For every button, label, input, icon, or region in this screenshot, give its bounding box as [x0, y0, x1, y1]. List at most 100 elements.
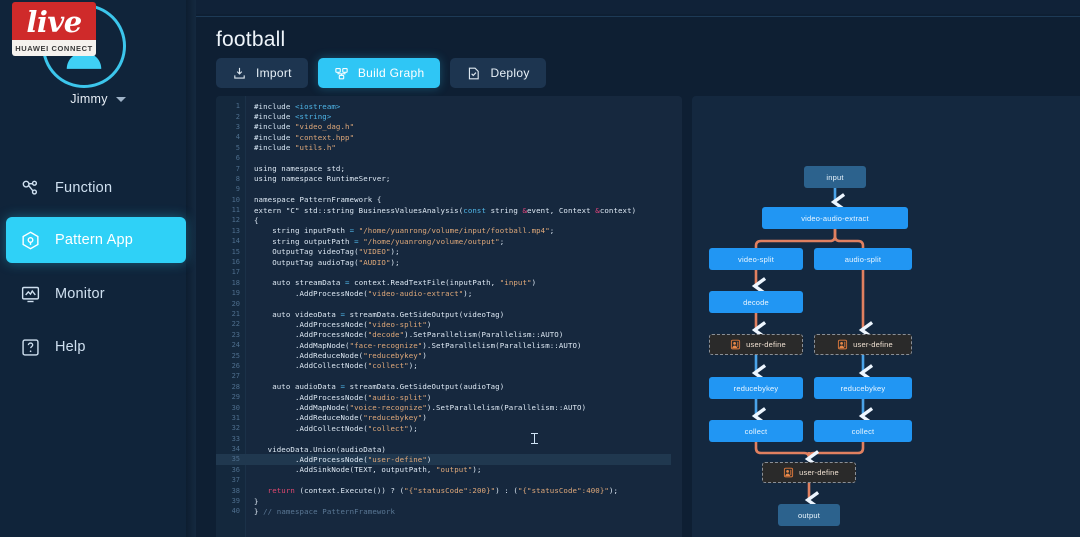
code-line-text: namespace PatternFramework { — [246, 195, 381, 204]
code-line[interactable]: 23 .AddProcessNode("decode").SetParallel… — [216, 330, 682, 340]
line-number: 1 — [216, 102, 246, 110]
code-line-text — [246, 154, 259, 163]
sidebar-item-monitor[interactable]: Monitor — [6, 271, 186, 317]
code-line[interactable]: 9 — [216, 184, 682, 194]
code-line[interactable]: 39} — [216, 496, 682, 506]
code-line-text: OutputTag videoTag("VIDEO"); — [246, 247, 400, 256]
line-number: 11 — [216, 206, 246, 214]
code-line[interactable]: 29 .AddProcessNode("audio-split") — [216, 392, 682, 402]
code-line[interactable]: 5#include "utils.h" — [216, 143, 682, 153]
graph-node-output[interactable]: output — [778, 504, 840, 526]
code-line-text: #include "video_dag.h" — [246, 122, 354, 131]
build-graph-button[interactable]: Build Graph — [318, 58, 441, 88]
line-number: 31 — [216, 414, 246, 422]
code-line[interactable]: 25 .AddReduceNode("reducebykey") — [216, 350, 682, 360]
import-download-icon — [232, 66, 247, 81]
code-line[interactable]: 8using namespace RuntimeServer; — [216, 174, 682, 184]
code-line[interactable]: 13 string inputPath = "/home/yuanrong/vo… — [216, 226, 682, 236]
code-line[interactable]: 37 — [216, 475, 682, 485]
graph-panel[interactable]: input video-audio-extract video-split audio… — [692, 96, 1080, 537]
graph-node-udf-left[interactable]: user-define — [709, 334, 803, 355]
code-line-text — [246, 268, 259, 277]
code-line[interactable]: 6 — [216, 153, 682, 163]
code-line-text: { — [246, 216, 259, 225]
code-line[interactable]: 19 .AddProcessNode("video-audio-extract"… — [216, 288, 682, 298]
deploy-button-label: Deploy — [490, 66, 529, 80]
code-line[interactable]: 35 .AddProcessNode("user-define") — [216, 454, 682, 464]
code-line[interactable]: 32 .AddCollectNode("collect"); — [216, 423, 682, 433]
code-line[interactable]: 10namespace PatternFramework { — [216, 195, 682, 205]
graph-node-extract[interactable]: video-audio-extract — [762, 207, 908, 229]
code-line[interactable]: 27 — [216, 371, 682, 381]
code-line[interactable]: 31 .AddReduceNode("reducebykey") — [216, 413, 682, 423]
code-line[interactable]: 33 — [216, 434, 682, 444]
code-line-text — [246, 434, 259, 443]
line-number: 3 — [216, 123, 246, 131]
graph-node-udf-right[interactable]: user-define — [814, 334, 912, 355]
code-line[interactable]: 38 return (context.Execute()) ? ("{"stat… — [216, 485, 682, 495]
code-line[interactable]: 36 .AddSinkNode(TEXT, outputPath, "outpu… — [216, 465, 682, 475]
code-line[interactable]: 40} // namespace PatternFramework — [216, 506, 682, 516]
graph-node-label: collect — [852, 427, 875, 436]
graph-nodes: input video-audio-extract video-split audio… — [692, 96, 1080, 537]
graph-node-collect-right[interactable]: collect — [814, 420, 912, 442]
code-line[interactable]: 14 string outputPath = "/home/yuanrong/v… — [216, 236, 682, 246]
code-editor[interactable]: 1#include <iostream>2#include <string>3#… — [216, 96, 682, 537]
live-badge-text: live — [26, 5, 81, 39]
code-line[interactable]: 4#include "context.hpp" — [216, 132, 682, 142]
code-line-text: .AddProcessNode("audio-split") — [246, 393, 431, 402]
code-line-text: string outputPath = "/home/yuanrong/volu… — [246, 237, 504, 246]
graph-node-audio-split[interactable]: audio-split — [814, 248, 912, 270]
graph-node-label: video-audio-extract — [801, 214, 869, 223]
line-number: 23 — [216, 331, 246, 339]
code-lines[interactable]: 1#include <iostream>2#include <string>3#… — [216, 101, 682, 537]
import-button[interactable]: Import — [216, 58, 308, 88]
line-number: 32 — [216, 424, 246, 432]
user-menu[interactable]: Jimmy — [0, 92, 196, 106]
monitor-chart-icon — [20, 284, 41, 305]
code-line[interactable]: 20 — [216, 298, 682, 308]
code-line[interactable]: 22 .AddProcessNode("video-split") — [216, 319, 682, 329]
line-number: 36 — [216, 466, 246, 474]
code-line[interactable]: 17 — [216, 267, 682, 277]
deploy-button[interactable]: Deploy — [450, 58, 545, 88]
code-line[interactable]: 18 auto streamData = context.ReadTextFil… — [216, 278, 682, 288]
cube-icon — [20, 230, 41, 251]
code-line[interactable]: 30 .AddMapNode("voice-recognize").SetPar… — [216, 402, 682, 412]
line-number: 35 — [216, 455, 246, 463]
graph-node-reduce-right[interactable]: reducebykey — [814, 377, 912, 399]
line-number: 28 — [216, 383, 246, 391]
code-line[interactable]: 21 auto videoData = streamData.GetSideOu… — [216, 309, 682, 319]
code-line[interactable]: 24 .AddMapNode("face-recognize").SetPara… — [216, 340, 682, 350]
graph-node-collect-left[interactable]: collect — [709, 420, 803, 442]
code-line[interactable]: 15 OutputTag videoTag("VIDEO"); — [216, 246, 682, 256]
code-line[interactable]: 7using namespace std; — [216, 163, 682, 173]
sidebar-item-function[interactable]: Function — [6, 165, 186, 211]
graph-node-decode[interactable]: decode — [709, 291, 803, 313]
code-line-text: videoData.Union(audioData) — [246, 445, 386, 454]
code-line-text — [246, 476, 259, 485]
code-line[interactable]: 11extern "C" std::string BusinessValuesA… — [216, 205, 682, 215]
graph-node-label: reducebykey — [734, 384, 779, 393]
code-line[interactable]: 28 auto audioData = streamData.GetSideOu… — [216, 382, 682, 392]
code-line[interactable]: 26 .AddCollectNode("collect"); — [216, 361, 682, 371]
code-line[interactable]: 3#include "video_dag.h" — [216, 122, 682, 132]
code-line[interactable]: 16 OutputTag audioTag("AUDIO"); — [216, 257, 682, 267]
code-line[interactable]: 1#include <iostream> — [216, 101, 682, 111]
graph-node-label: audio-split — [845, 255, 881, 264]
graph-node-udf-merge[interactable]: user-define — [762, 462, 856, 483]
graph-node-input[interactable]: input — [804, 166, 866, 188]
code-line[interactable]: 2#include <string> — [216, 111, 682, 121]
sidebar-item-label: Help — [55, 339, 86, 355]
code-line[interactable]: 34 videoData.Union(audioData) — [216, 444, 682, 454]
graph-node-label: output — [798, 511, 820, 520]
graph-node-reduce-left[interactable]: reducebykey — [709, 377, 803, 399]
sidebar-item-help[interactable]: Help — [6, 324, 186, 370]
user-define-icon — [730, 339, 741, 350]
code-line[interactable]: 12{ — [216, 215, 682, 225]
sidebar-item-label: Monitor — [55, 286, 105, 302]
graph-node-video-split[interactable]: video-split — [709, 248, 803, 270]
sidebar-item-pattern-app[interactable]: Pattern App — [6, 217, 186, 263]
line-number: 12 — [216, 216, 246, 224]
question-box-icon — [20, 337, 41, 358]
